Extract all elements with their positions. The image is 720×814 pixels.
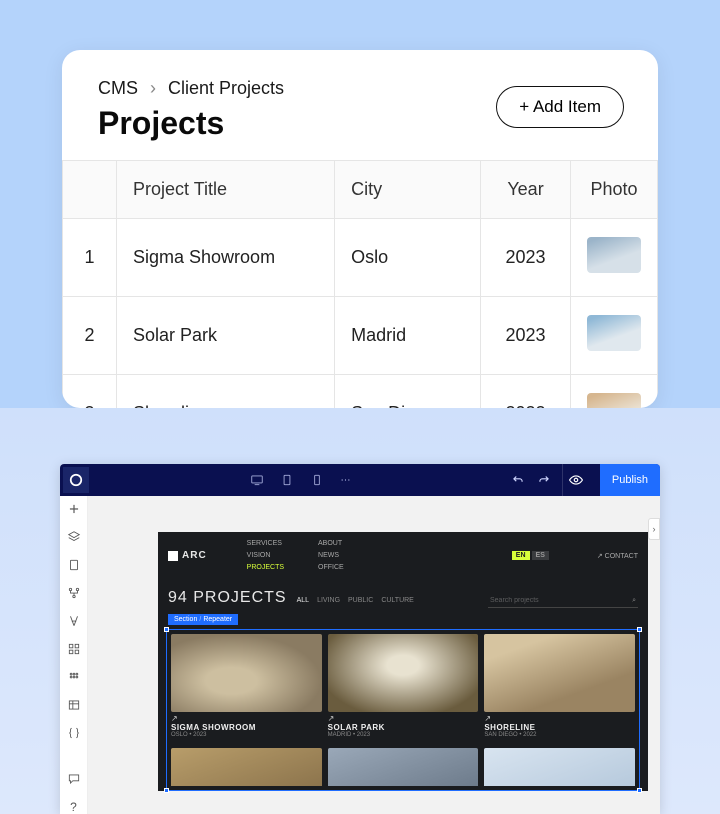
repeater-selection[interactable]: ↗ SIGMA SHOWROOM OSLO • 2023 ↗ SOLAR PAR… bbox=[166, 629, 640, 791]
filter-living[interactable]: LIVING bbox=[317, 597, 340, 604]
more-icon[interactable]: ⋯ bbox=[340, 475, 351, 486]
project-count: 94 PROJECTS bbox=[168, 589, 287, 607]
photo-thumb[interactable] bbox=[587, 315, 641, 351]
filter-all[interactable]: ALL bbox=[297, 597, 309, 604]
add-item-button[interactable]: + Add Item bbox=[496, 86, 624, 128]
project-card[interactable]: ↗ SIGMA SHOWROOM OSLO • 2023 bbox=[171, 634, 322, 742]
filter-culture[interactable]: CULTURE bbox=[381, 597, 414, 604]
project-card[interactable] bbox=[328, 748, 479, 786]
photo-thumb[interactable] bbox=[587, 237, 641, 273]
preview-button[interactable] bbox=[562, 464, 590, 496]
col-city[interactable]: City bbox=[335, 161, 481, 219]
chevron-right-icon: › bbox=[150, 78, 156, 99]
lang-es[interactable]: ES bbox=[532, 551, 549, 560]
project-card[interactable] bbox=[171, 748, 322, 786]
nav-news[interactable]: NEWS bbox=[318, 552, 344, 559]
projects-table: Project Title City Year Photo 1 Sigma Sh… bbox=[62, 160, 658, 408]
canvas[interactable]: › ARC SERVICES VISION PROJECTS bbox=[88, 496, 660, 814]
desktop-icon[interactable] bbox=[250, 473, 264, 487]
nav-projects[interactable]: PROJECTS bbox=[247, 564, 284, 571]
table-header-row: Project Title City Year Photo bbox=[63, 161, 658, 219]
tool-rail: ? bbox=[60, 496, 88, 814]
breadcrumb-root[interactable]: CMS bbox=[98, 78, 138, 99]
apps-icon[interactable] bbox=[67, 642, 81, 656]
publish-button[interactable]: Publish bbox=[600, 464, 660, 496]
plus-icon[interactable] bbox=[67, 502, 81, 516]
table-row[interactable]: 1 Sigma Showroom Oslo 2023 bbox=[63, 219, 658, 297]
card-image bbox=[328, 634, 479, 712]
nav-services[interactable]: SERVICES bbox=[247, 540, 284, 547]
table-icon[interactable] bbox=[67, 698, 81, 712]
page-title: Projects bbox=[98, 105, 284, 142]
col-photo[interactable]: Photo bbox=[571, 161, 658, 219]
help-icon[interactable]: ? bbox=[67, 800, 81, 814]
redo-icon[interactable] bbox=[536, 472, 552, 488]
site-preview: ARC SERVICES VISION PROJECTS ABOUT NEWS … bbox=[158, 532, 648, 791]
site-logo[interactable]: ARC bbox=[168, 550, 207, 561]
arrow-icon: ↗ bbox=[328, 714, 479, 723]
arrow-icon: ↗ bbox=[484, 714, 635, 723]
page-icon[interactable] bbox=[67, 558, 81, 572]
filter-public[interactable]: PUBLIC bbox=[348, 597, 373, 604]
search-input[interactable]: Search projects ⌕ bbox=[488, 594, 638, 608]
contact-link[interactable]: ↗ CONTACT bbox=[597, 552, 638, 560]
layers-icon[interactable] bbox=[67, 530, 81, 544]
nav-vision[interactable]: VISION bbox=[247, 552, 284, 559]
mobile-icon[interactable] bbox=[310, 473, 324, 487]
grid-icon[interactable] bbox=[67, 670, 81, 684]
braces-icon[interactable] bbox=[67, 726, 81, 740]
project-card[interactable] bbox=[484, 748, 635, 786]
lang-en[interactable]: EN bbox=[512, 551, 530, 560]
text-icon[interactable] bbox=[67, 614, 81, 628]
cms-panel: CMS › Client Projects Projects + Add Ite… bbox=[62, 50, 658, 408]
card-image bbox=[171, 634, 322, 712]
arrow-icon: ↗ bbox=[171, 714, 322, 723]
tree-icon[interactable] bbox=[67, 586, 81, 600]
breadcrumb: CMS › Client Projects bbox=[98, 78, 284, 99]
project-card[interactable]: ↗ SHORELINE SAN DIEGO • 2022 bbox=[484, 634, 635, 742]
selection-breadcrumb[interactable]: Section/Repeater bbox=[168, 614, 238, 625]
breadcrumb-leaf[interactable]: Client Projects bbox=[168, 78, 284, 99]
nav-office[interactable]: OFFICE bbox=[318, 564, 344, 571]
photo-thumb[interactable] bbox=[587, 393, 641, 408]
undo-icon[interactable] bbox=[510, 472, 526, 488]
nav-about[interactable]: ABOUT bbox=[318, 540, 344, 547]
editor-topbar: ⋯ Publish bbox=[60, 464, 660, 496]
search-icon: ⌕ bbox=[632, 597, 636, 605]
collapse-panel-handle[interactable]: › bbox=[648, 518, 660, 540]
table-row[interactable]: 3 Shoreline San Diego 2022 bbox=[63, 375, 658, 409]
table-row[interactable]: 2 Solar Park Madrid 2023 bbox=[63, 297, 658, 375]
card-image bbox=[484, 634, 635, 712]
site-editor: ⋯ Publish ? › bbox=[60, 464, 660, 814]
app-logo[interactable] bbox=[63, 467, 89, 493]
tablet-icon[interactable] bbox=[280, 473, 294, 487]
col-title[interactable]: Project Title bbox=[117, 161, 335, 219]
project-card[interactable]: ↗ SOLAR PARK MADRID • 2023 bbox=[328, 634, 479, 742]
col-year[interactable]: Year bbox=[481, 161, 571, 219]
chat-icon[interactable] bbox=[67, 772, 81, 786]
